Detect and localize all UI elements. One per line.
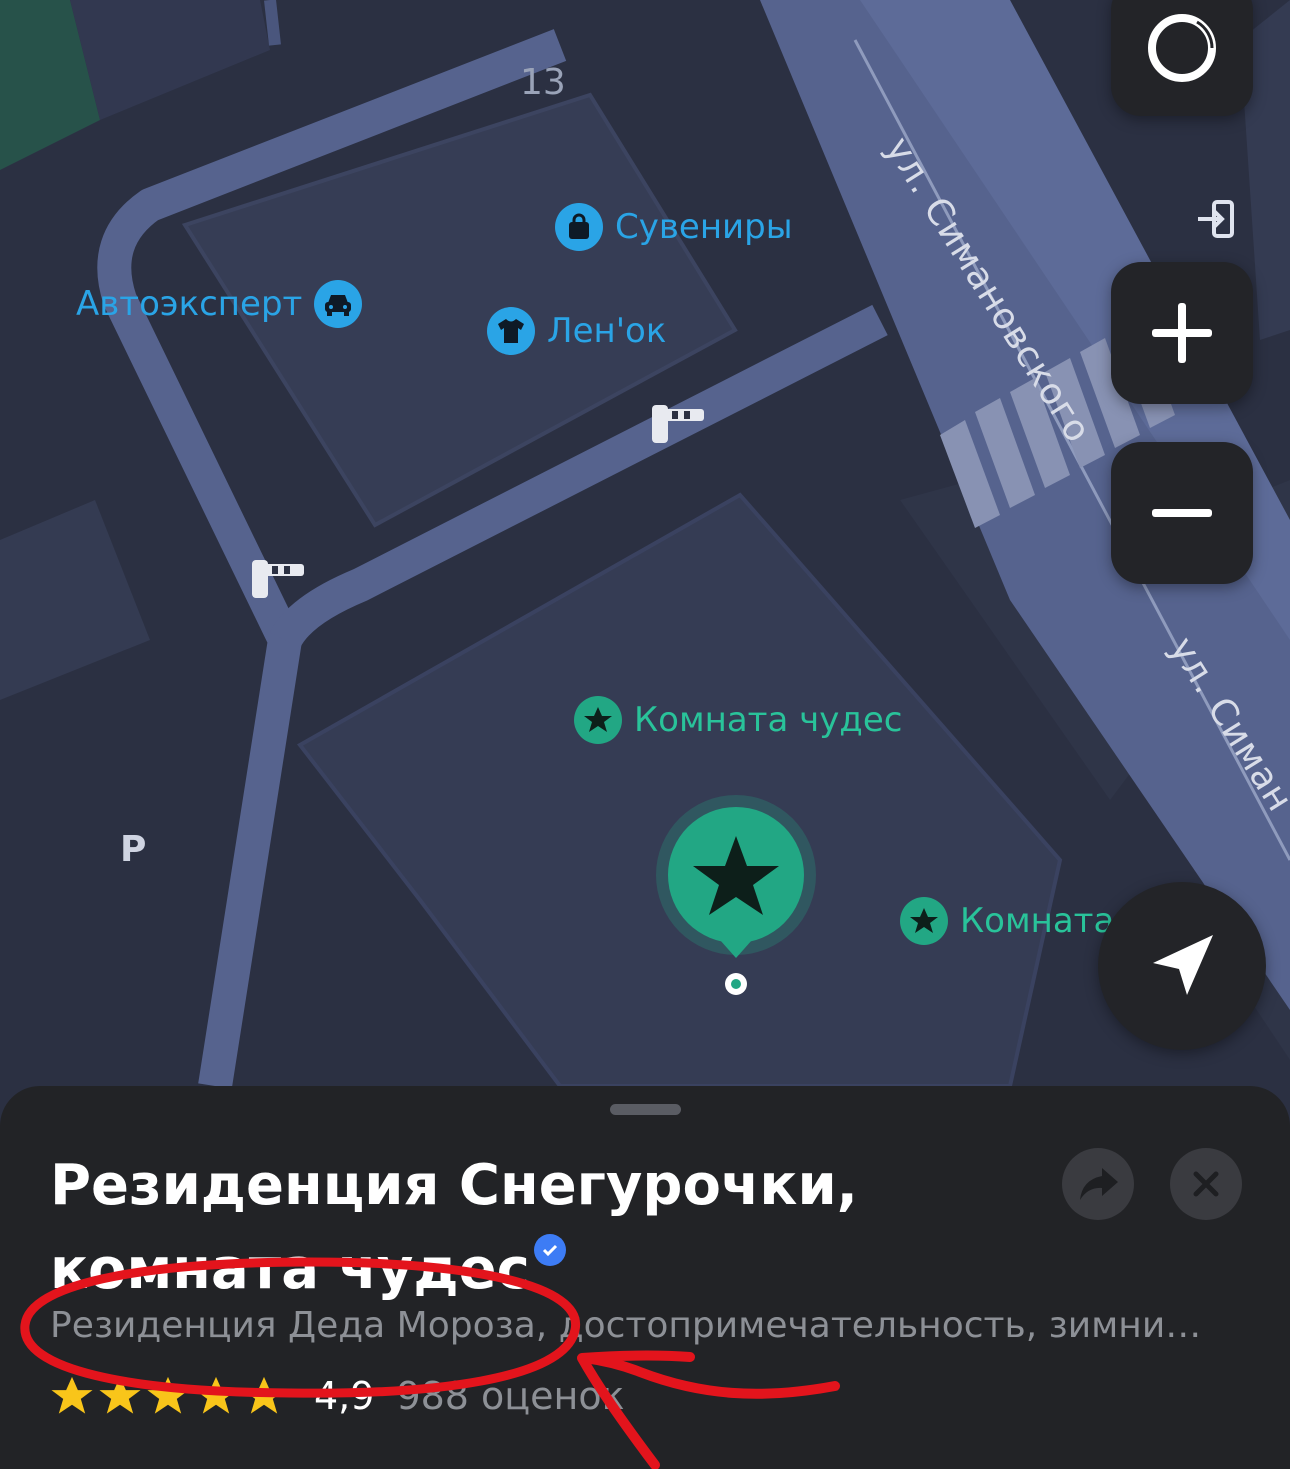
- rating-stars: [50, 1375, 286, 1417]
- star-icon: [195, 1376, 237, 1414]
- poi-label: Комната: [960, 901, 1112, 941]
- star-icon: [147, 1376, 189, 1414]
- assistant-button[interactable]: [1111, 0, 1253, 116]
- poi-souvenirs[interactable]: Сувениры: [555, 203, 793, 251]
- parking-label: P: [120, 829, 147, 870]
- rating-count[interactable]: 988 оценок: [396, 1374, 624, 1418]
- minus-icon: [1152, 509, 1212, 517]
- plus-icon: [1152, 303, 1212, 363]
- place-card-sheet[interactable]: Резиденция Снегурочки, комната чудес Рез…: [0, 1086, 1290, 1469]
- alice-ring-icon: [1148, 14, 1216, 82]
- poi-label: Комната чудес: [634, 700, 903, 740]
- poi-lenok[interactable]: Лен'ок: [487, 307, 666, 355]
- my-location-button[interactable]: [1098, 882, 1266, 1050]
- poi-label: Лен'ок: [547, 311, 667, 351]
- place-title: Резиденция Снегурочки, комната чудес: [50, 1153, 858, 1302]
- poi-room-of-wonders[interactable]: Комната чудес: [574, 696, 902, 744]
- verified-check-icon: [533, 1234, 566, 1266]
- close-button[interactable]: [1170, 1148, 1242, 1220]
- close-icon: [1193, 1171, 1219, 1197]
- star-icon: [99, 1376, 141, 1414]
- poi-label: Сувениры: [615, 207, 793, 247]
- star-icon: [900, 897, 948, 945]
- star-icon: [243, 1376, 285, 1414]
- zoom-in-button[interactable]: [1111, 262, 1253, 404]
- star-icon: [51, 1376, 93, 1414]
- navigation-arrow-icon: [1153, 935, 1213, 995]
- share-arrow-icon: [1080, 1168, 1118, 1200]
- poi-room-partial[interactable]: Комната: [900, 897, 1112, 945]
- share-button[interactable]: [1062, 1148, 1134, 1220]
- shopping-bag-icon: [555, 203, 603, 251]
- car-icon: [314, 280, 363, 328]
- sheet-drag-handle[interactable]: [610, 1104, 681, 1115]
- poi-autoexpert[interactable]: Автоэксперт: [76, 280, 363, 328]
- tshirt-icon: [487, 307, 535, 355]
- rating-row[interactable]: 4,9 988 оценок: [50, 1374, 625, 1418]
- star-icon: [574, 696, 622, 744]
- building-number: 13: [520, 62, 566, 103]
- rating-value: 4,9: [314, 1374, 375, 1418]
- zoom-out-button[interactable]: [1111, 442, 1253, 584]
- place-categories: Резиденция Деда Мороза, достопримечатель…: [50, 1305, 1202, 1346]
- poi-label: Автоэксперт: [76, 284, 303, 324]
